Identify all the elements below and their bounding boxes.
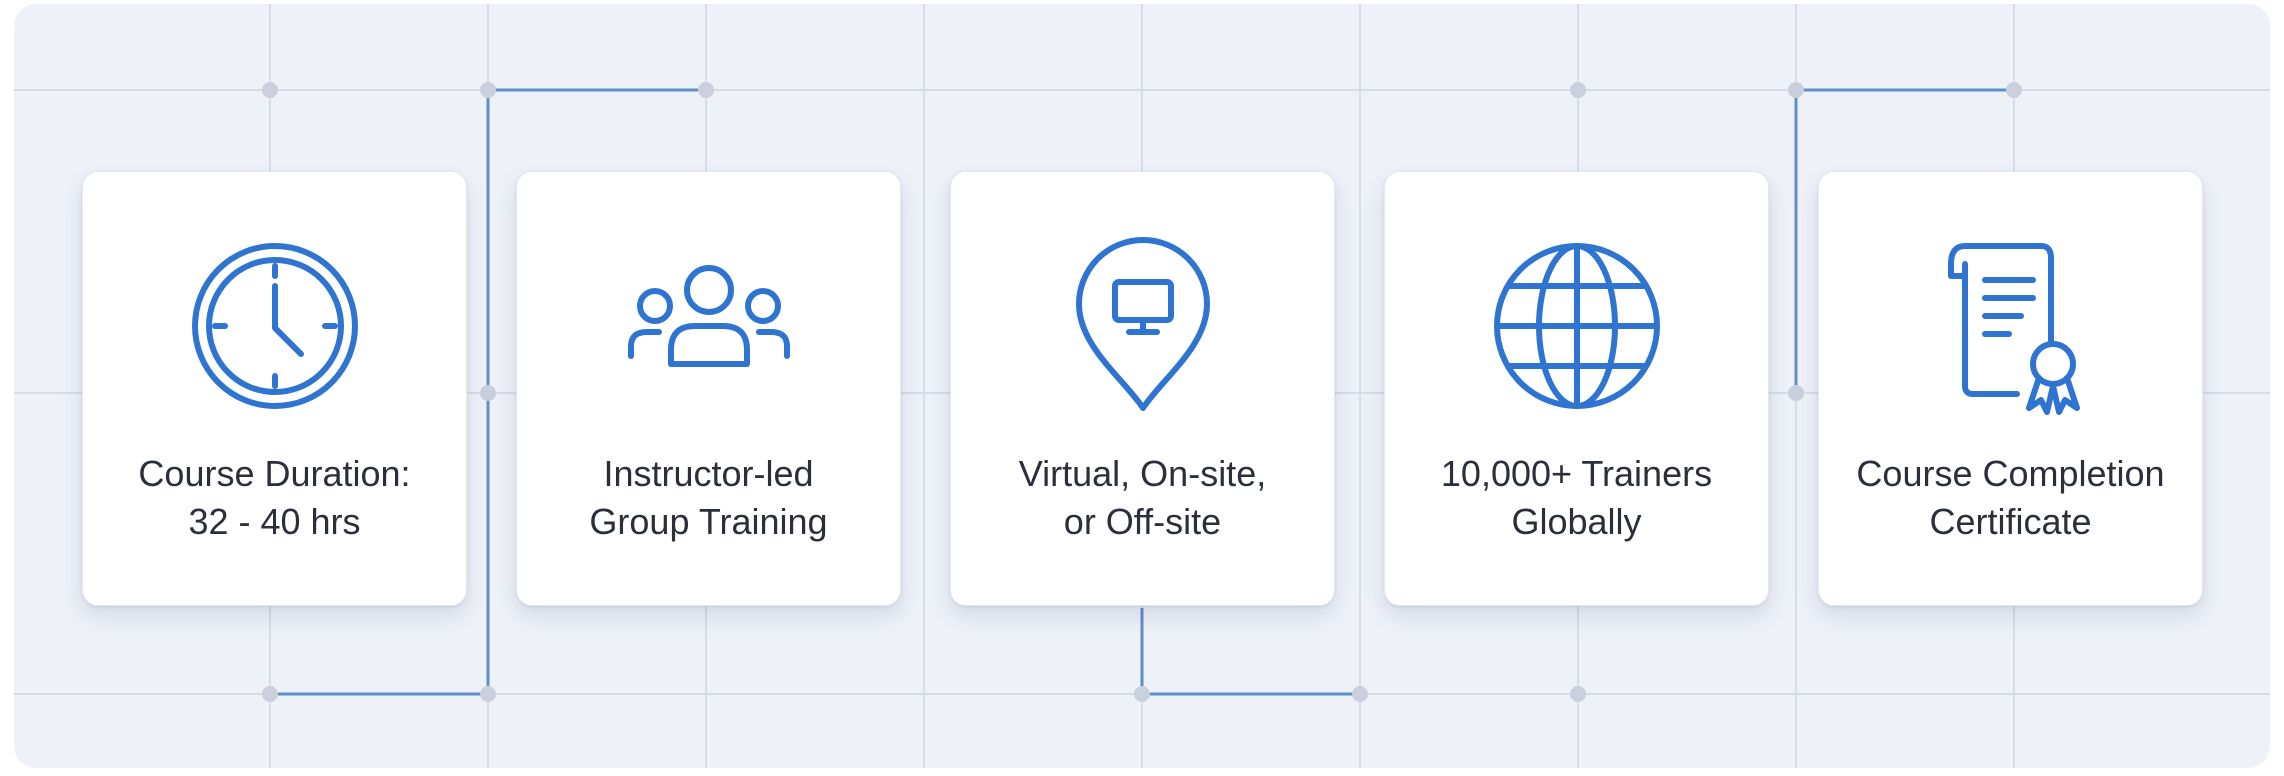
feature-label-line-1: Course Duration:: [138, 453, 411, 494]
feature-label: Instructor-led Group Training: [517, 450, 900, 546]
feature-label: Virtual, On-site, or Off-site: [951, 450, 1334, 546]
feature-label-line-2: Group Training: [589, 501, 828, 542]
feature-card-group-training: Instructor-led Group Training: [516, 171, 901, 606]
group-icon: [619, 236, 799, 416]
feature-card-duration: Course Duration: 32 - 40 hrs: [82, 171, 467, 606]
location-pin-monitor-icon: [1053, 236, 1233, 416]
feature-label-line-1: Course Completion: [1856, 453, 2165, 494]
globe-icon: [1487, 236, 1667, 416]
feature-label-line-1: 10,000+ Trainers: [1440, 453, 1713, 494]
feature-label: Course Duration: 32 - 40 hrs: [83, 450, 466, 546]
feature-label-line-2: Certificate: [1929, 501, 2092, 542]
feature-card-trainers: 10,000+ Trainers Globally: [1384, 171, 1769, 606]
feature-label-line-2: or Off-site: [1063, 501, 1222, 542]
feature-label-line-1: Virtual, On-site,: [1018, 453, 1267, 494]
feature-label: Course Completion Certificate: [1819, 450, 2202, 546]
feature-label-line-2: Globally: [1511, 501, 1642, 542]
feature-label: 10,000+ Trainers Globally: [1385, 450, 1768, 546]
feature-card-certificate: Course Completion Certificate: [1818, 171, 2203, 606]
feature-label-line-2: 32 - 40 hrs: [188, 501, 361, 542]
certificate-icon: [1921, 236, 2101, 416]
feature-label-line-1: Instructor-led: [603, 453, 814, 494]
clock-icon: [185, 236, 365, 416]
feature-card-location: Virtual, On-site, or Off-site: [950, 171, 1335, 606]
